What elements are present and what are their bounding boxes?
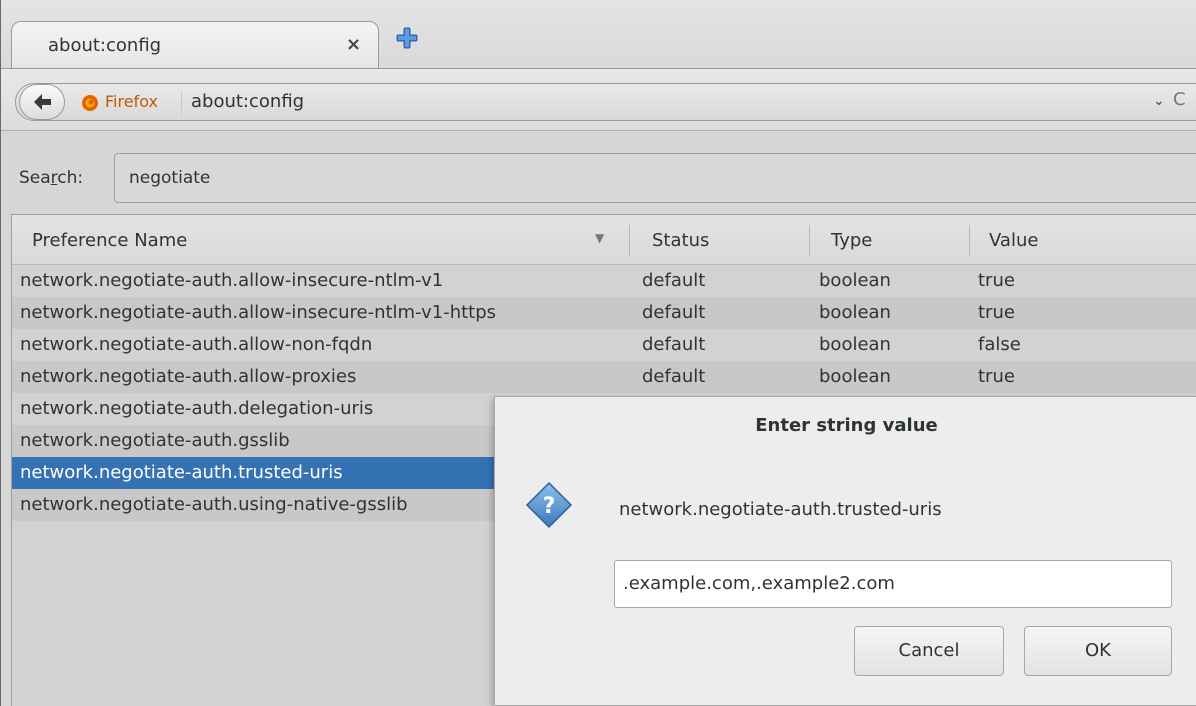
ok-button[interactable]: OK (1024, 626, 1172, 676)
sort-chevron-icon[interactable]: ▼ (595, 231, 604, 245)
string-value-input[interactable]: .example.com,.example2.com (614, 560, 1172, 608)
url-separator (181, 91, 182, 115)
close-icon[interactable]: × (346, 34, 361, 55)
table-header: Preference Name ▼ Status Type Value (12, 215, 1196, 265)
cell-name: network.negotiate-auth.allow-insecure-nt… (20, 270, 444, 291)
question-icon: ? (525, 481, 573, 529)
tab-about-config[interactable]: about:config × (11, 21, 379, 69)
search-label: Search: (19, 168, 84, 188)
cell-status: default (642, 334, 706, 355)
table-row[interactable]: network.negotiate-auth.allow-insecure-nt… (12, 297, 1196, 329)
column-separator[interactable] (629, 225, 630, 257)
cell-name: network.negotiate-auth.gsslib (20, 430, 290, 451)
cell-name: network.negotiate-auth.delegation-uris (20, 398, 374, 419)
cell-status: default (642, 366, 706, 387)
cell-status: default (642, 270, 706, 291)
cell-name: network.negotiate-auth.using-native-gssl… (20, 494, 408, 515)
firefox-icon (82, 95, 98, 111)
cell-type: boolean (819, 270, 891, 291)
cell-value: true (978, 366, 1015, 387)
back-arrow-icon (34, 94, 51, 110)
tab-bar: about:config × (1, 0, 1196, 78)
dialog-title: Enter string value (755, 415, 938, 436)
search-input[interactable]: negotiate (114, 153, 1196, 203)
column-separator[interactable] (809, 225, 810, 257)
table-row[interactable]: network.negotiate-auth.allow-proxies defa… (12, 361, 1196, 393)
svg-text:?: ? (543, 494, 556, 519)
cell-type: boolean (819, 366, 891, 387)
browser-window: about:config × Firefox about:config ⌄ C (0, 0, 1196, 706)
url-text[interactable]: about:config (191, 91, 304, 112)
column-separator[interactable] (969, 225, 970, 257)
cell-name: network.negotiate-auth.allow-proxies (20, 366, 357, 387)
site-identity-label[interactable]: Firefox (105, 92, 158, 111)
cell-value: true (978, 270, 1015, 291)
tab-title: about:config (48, 35, 162, 56)
nav-bar: Firefox about:config ⌄ C (1, 69, 1196, 131)
new-tab-plus-icon[interactable] (395, 26, 419, 50)
back-button[interactable] (19, 84, 65, 120)
column-header-preference-name[interactable]: Preference Name (32, 230, 187, 251)
reload-icon[interactable]: C (1173, 89, 1186, 110)
cell-type: boolean (819, 302, 891, 323)
cell-status: default (642, 302, 706, 323)
table-row[interactable]: network.negotiate-auth.allow-insecure-nt… (12, 265, 1196, 297)
column-header-status[interactable]: Status (652, 230, 709, 251)
cell-name: network.negotiate-auth.allow-insecure-nt… (20, 302, 497, 323)
cell-type: boolean (819, 334, 891, 355)
column-header-type[interactable]: Type (831, 230, 872, 251)
chevron-down-icon[interactable]: ⌄ (1153, 93, 1165, 109)
dialog-message: network.negotiate-auth.trusted-uris (619, 499, 942, 520)
cell-value: true (978, 302, 1015, 323)
enter-string-dialog: Enter string value ? network.negotiate-a… (494, 396, 1196, 706)
table-row[interactable]: network.negotiate-auth.allow-non-fqdn def… (12, 329, 1196, 361)
column-header-value[interactable]: Value (989, 230, 1038, 251)
cancel-button[interactable]: Cancel (854, 626, 1004, 676)
cell-name: network.negotiate-auth.allow-non-fqdn (20, 334, 373, 355)
cell-name: network.negotiate-auth.trusted-uris (20, 462, 343, 483)
cell-value: false (978, 334, 1021, 355)
